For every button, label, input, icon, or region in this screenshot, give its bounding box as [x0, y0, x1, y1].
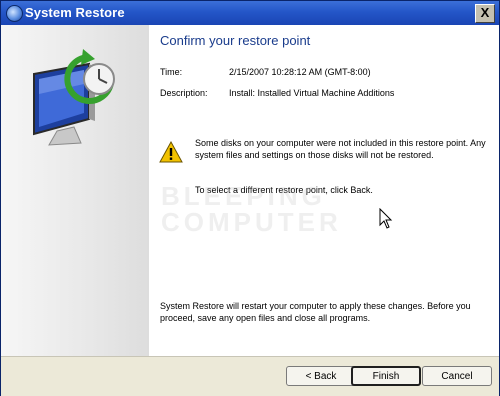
content-panel: Confirm your restore point Time: 2/15/20…	[149, 25, 499, 356]
time-label: Time:	[160, 67, 183, 77]
close-button[interactable]: X	[475, 4, 495, 23]
title-bar[interactable]: System Restore X	[1, 1, 499, 25]
left-panel	[1, 25, 149, 356]
button-bar: < Back Finish Cancel	[1, 356, 499, 396]
page-title: Confirm your restore point	[160, 33, 311, 48]
restart-notice: System Restore will restart your compute…	[160, 301, 471, 323]
time-value: 2/15/2007 10:28:12 AM (GMT-8:00)	[229, 67, 371, 77]
description-value: Install: Installed Virtual Machine Addit…	[229, 88, 395, 98]
back-button[interactable]: < Back	[286, 366, 356, 386]
system-restore-icon	[6, 5, 23, 22]
window-title: System Restore	[25, 5, 125, 20]
cancel-button[interactable]: Cancel	[422, 366, 492, 386]
back-hint-text: To select a different restore point, cli…	[195, 185, 373, 195]
watermark-line-2: COMPUTER	[161, 207, 342, 237]
warning-text: Some disks on your computer were not inc…	[195, 138, 486, 160]
mouse-cursor-icon	[379, 208, 393, 229]
warning-icon	[159, 141, 183, 163]
system-restore-window: System Restore X Confirm your restore po…	[0, 0, 500, 396]
finish-button[interactable]: Finish	[351, 366, 421, 386]
description-label: Description:	[160, 88, 208, 98]
system-restore-monitor-icon	[33, 49, 115, 146]
